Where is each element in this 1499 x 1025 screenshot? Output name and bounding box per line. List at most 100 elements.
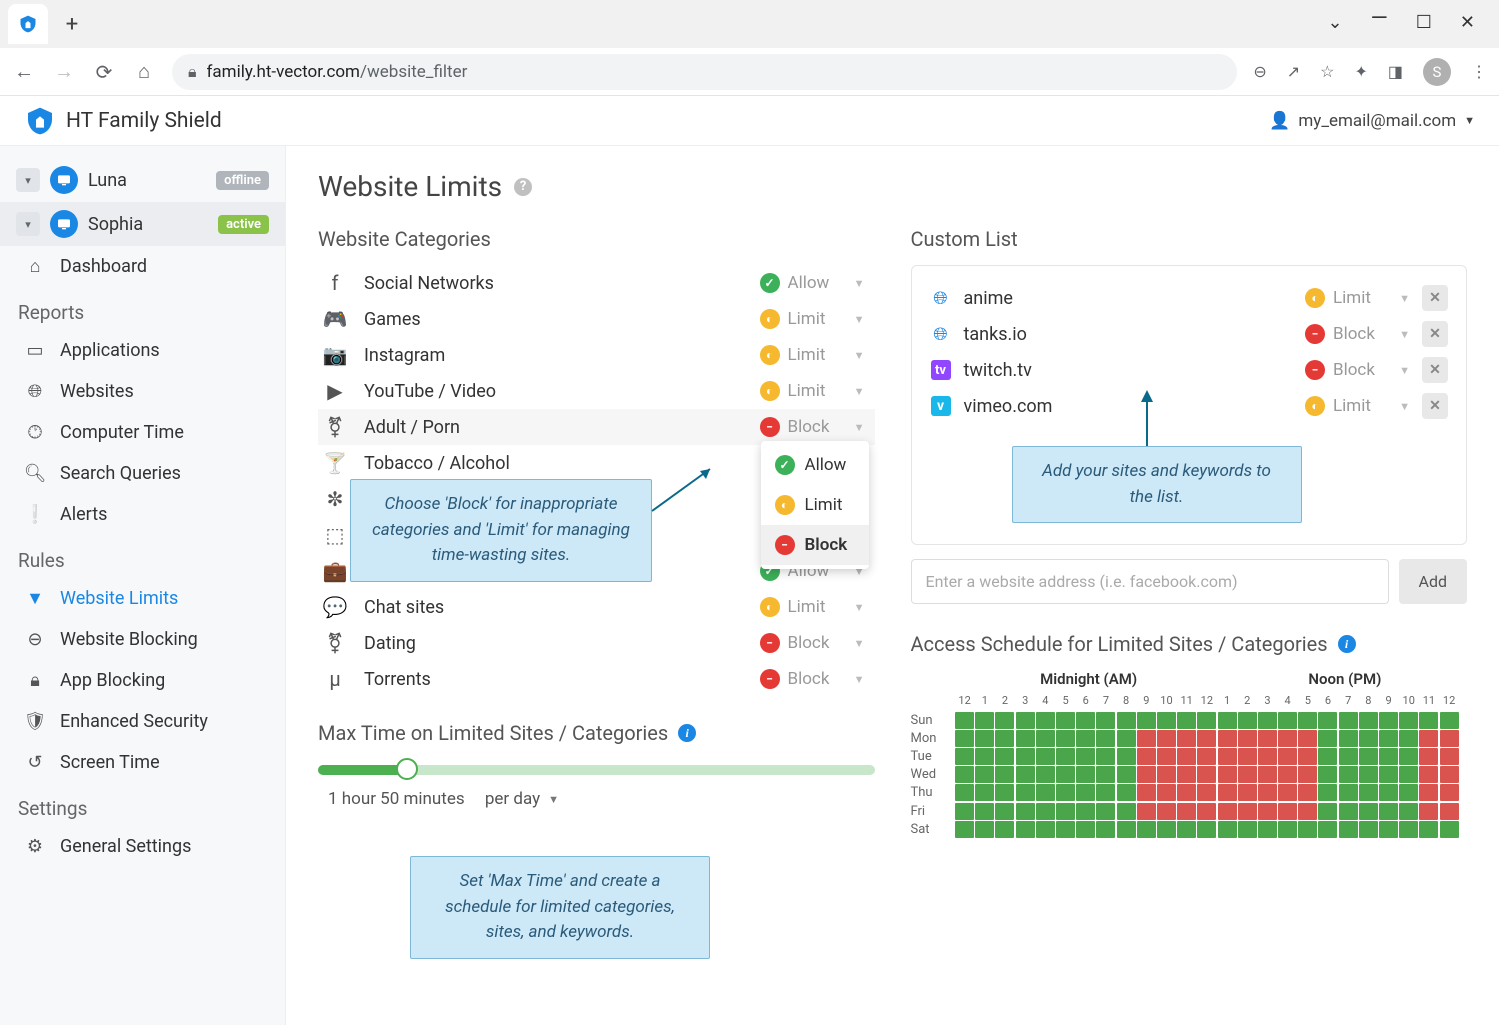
schedule-cell[interactable] xyxy=(1016,766,1035,783)
schedule-cell[interactable] xyxy=(1318,748,1337,765)
expand-button[interactable]: ▾ xyxy=(16,168,40,192)
schedule-cell[interactable] xyxy=(1298,766,1317,783)
schedule-cell[interactable] xyxy=(995,784,1014,801)
nav-search-queries[interactable]: 🔍︎Search Queries xyxy=(0,453,285,494)
schedule-cell[interactable] xyxy=(975,730,994,747)
schedule-cell[interactable] xyxy=(1076,766,1095,783)
schedule-cell[interactable] xyxy=(1339,730,1358,747)
schedule-cell[interactable] xyxy=(1298,803,1317,820)
schedule-cell[interactable] xyxy=(1096,821,1115,838)
schedule-cell[interactable] xyxy=(1218,821,1237,838)
action-dropdown[interactable]: ✓Allow◐Limit−Block xyxy=(761,441,869,569)
user-menu[interactable]: 👤 my_email@mail.com ▼ xyxy=(1269,111,1475,131)
schedule-cell[interactable] xyxy=(1117,766,1136,783)
schedule-cell[interactable] xyxy=(1359,766,1378,783)
schedule-cell[interactable] xyxy=(1056,803,1075,820)
schedule-cell[interactable] xyxy=(1440,821,1459,838)
nav-applications[interactable]: ▭Applications xyxy=(0,330,285,371)
schedule-cell[interactable] xyxy=(1278,712,1297,729)
action-selector[interactable]: ◐Limit▼ xyxy=(760,597,865,617)
schedule-cell[interactable] xyxy=(1036,784,1055,801)
action-selector[interactable]: ◐Limit▼ xyxy=(1305,288,1410,308)
schedule-cell[interactable] xyxy=(1036,730,1055,747)
schedule-cell[interactable] xyxy=(975,766,994,783)
schedule-cell[interactable] xyxy=(1339,712,1358,729)
schedule-cell[interactable] xyxy=(1379,712,1398,729)
schedule-cell[interactable] xyxy=(1076,821,1095,838)
share-icon[interactable]: ↗ xyxy=(1287,62,1300,81)
schedule-cell[interactable] xyxy=(1076,784,1095,801)
schedule-cell[interactable] xyxy=(995,821,1014,838)
url-bar[interactable]: 🔒︎ family.ht-vector.com/website_filter xyxy=(172,54,1237,90)
schedule-cell[interactable] xyxy=(975,748,994,765)
schedule-cell[interactable] xyxy=(995,803,1014,820)
schedule-cell[interactable] xyxy=(1218,748,1237,765)
action-selector[interactable]: −Block▼ xyxy=(760,669,865,689)
schedule-cell[interactable] xyxy=(1258,730,1277,747)
action-selector[interactable]: ◐Limit▼ xyxy=(760,381,865,401)
schedule-cell[interactable] xyxy=(1218,712,1237,729)
nav-website-blocking[interactable]: ⊖Website Blocking xyxy=(0,619,285,660)
schedule-cell[interactable] xyxy=(1036,803,1055,820)
category-row[interactable]: fSocial Networks✓Allow▼ xyxy=(318,265,875,301)
schedule-cell[interactable] xyxy=(1157,821,1176,838)
extensions-icon[interactable]: ✦ xyxy=(1354,62,1367,81)
schedule-cell[interactable] xyxy=(1177,748,1196,765)
schedule-cell[interactable] xyxy=(955,766,974,783)
schedule-cell[interactable] xyxy=(1016,803,1035,820)
schedule-cell[interactable] xyxy=(1016,748,1035,765)
schedule-cell[interactable] xyxy=(1440,748,1459,765)
schedule-cell[interactable] xyxy=(1157,712,1176,729)
schedule-cell[interactable] xyxy=(1036,748,1055,765)
nav-alerts[interactable]: ❕Alerts xyxy=(0,494,285,535)
category-row[interactable]: ⚧Adult / Porn−Block▼✓Allow◐Limit−Block xyxy=(318,409,875,445)
schedule-cell[interactable] xyxy=(1056,821,1075,838)
schedule-cell[interactable] xyxy=(1076,748,1095,765)
dropdown-allow[interactable]: ✓Allow xyxy=(761,445,869,485)
expand-button[interactable]: ▾ xyxy=(16,212,40,236)
schedule-cell[interactable] xyxy=(1197,712,1216,729)
dropdown-limit[interactable]: ◐Limit xyxy=(761,485,869,525)
action-selector[interactable]: −Block▼ xyxy=(760,633,865,653)
schedule-cell[interactable] xyxy=(1359,730,1378,747)
schedule-cell[interactable] xyxy=(1177,803,1196,820)
schedule-cell[interactable] xyxy=(1318,730,1337,747)
schedule-grid[interactable]: Midnight (AM) Noon (PM) 1212345678910111… xyxy=(911,670,1468,838)
forward-button[interactable]: → xyxy=(52,59,76,84)
nav-screen-time[interactable]: ↺Screen Time xyxy=(0,742,285,783)
schedule-cell[interactable] xyxy=(995,730,1014,747)
schedule-cell[interactable] xyxy=(1298,784,1317,801)
schedule-cell[interactable] xyxy=(1419,784,1438,801)
schedule-cell[interactable] xyxy=(1218,784,1237,801)
remove-button[interactable]: ✕ xyxy=(1422,285,1448,311)
nav-websites[interactable]: 🌐︎Websites xyxy=(0,371,285,412)
schedule-cell[interactable] xyxy=(1278,748,1297,765)
action-selector[interactable]: −Block▼ xyxy=(1305,360,1410,380)
nav-computer-time[interactable]: 🕐︎Computer Time xyxy=(0,412,285,453)
schedule-cell[interactable] xyxy=(1177,821,1196,838)
schedule-cell[interactable] xyxy=(1157,803,1176,820)
schedule-cell[interactable] xyxy=(1258,784,1277,801)
schedule-cell[interactable] xyxy=(1258,766,1277,783)
schedule-cell[interactable] xyxy=(1096,748,1115,765)
schedule-cell[interactable] xyxy=(1318,821,1337,838)
new-tab-button[interactable]: + xyxy=(56,8,88,40)
schedule-cell[interactable] xyxy=(1440,803,1459,820)
schedule-cell[interactable] xyxy=(1056,766,1075,783)
category-row[interactable]: 💬Chat sites◐Limit▼ xyxy=(318,589,875,625)
zoom-icon[interactable]: ⊖ xyxy=(1253,62,1266,81)
schedule-cell[interactable] xyxy=(1218,730,1237,747)
schedule-cell[interactable] xyxy=(1379,766,1398,783)
nav-app-blocking[interactable]: 🔒︎App Blocking xyxy=(0,660,285,701)
schedule-cell[interactable] xyxy=(1197,730,1216,747)
time-slider[interactable] xyxy=(318,765,875,775)
category-row[interactable]: 📷Instagram◐Limit▼ xyxy=(318,337,875,373)
schedule-cell[interactable] xyxy=(1399,784,1418,801)
schedule-cell[interactable] xyxy=(1096,803,1115,820)
schedule-cell[interactable] xyxy=(1117,712,1136,729)
schedule-cell[interactable] xyxy=(1339,784,1358,801)
schedule-cell[interactable] xyxy=(1117,803,1136,820)
schedule-cell[interactable] xyxy=(1076,730,1095,747)
minimize-icon[interactable]: — xyxy=(1371,6,1388,31)
schedule-cell[interactable] xyxy=(1339,748,1358,765)
